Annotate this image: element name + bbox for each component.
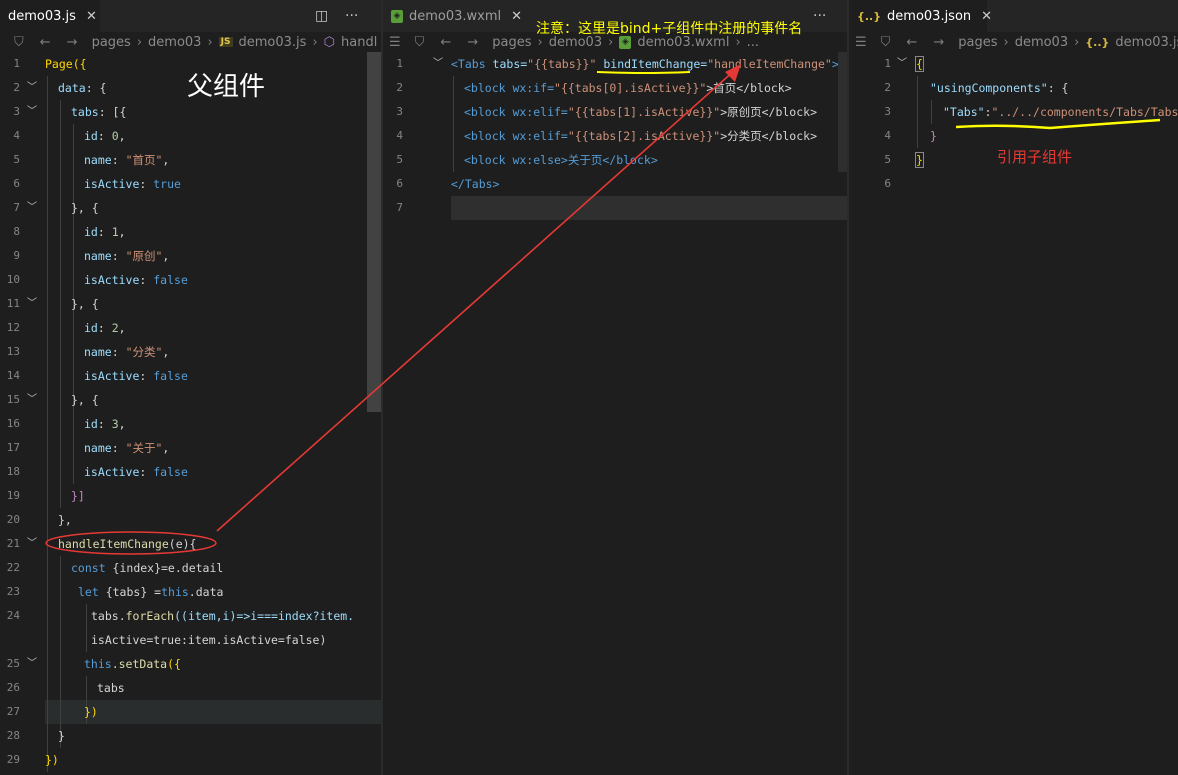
annotation-parent-component: 父组件 xyxy=(187,72,266,102)
annotation-reference-child: 引用子组件 xyxy=(997,148,1073,166)
arrow-line xyxy=(216,69,736,532)
function-highlight-circle xyxy=(45,531,217,555)
arrow-head-icon xyxy=(725,64,741,82)
annotation-bind-note: 注意：这里是bind+子组件中注册的事件名 xyxy=(536,21,803,37)
annotation-overlay xyxy=(45,64,1161,555)
underline-marker xyxy=(955,118,1161,130)
underline-marker xyxy=(596,71,691,74)
